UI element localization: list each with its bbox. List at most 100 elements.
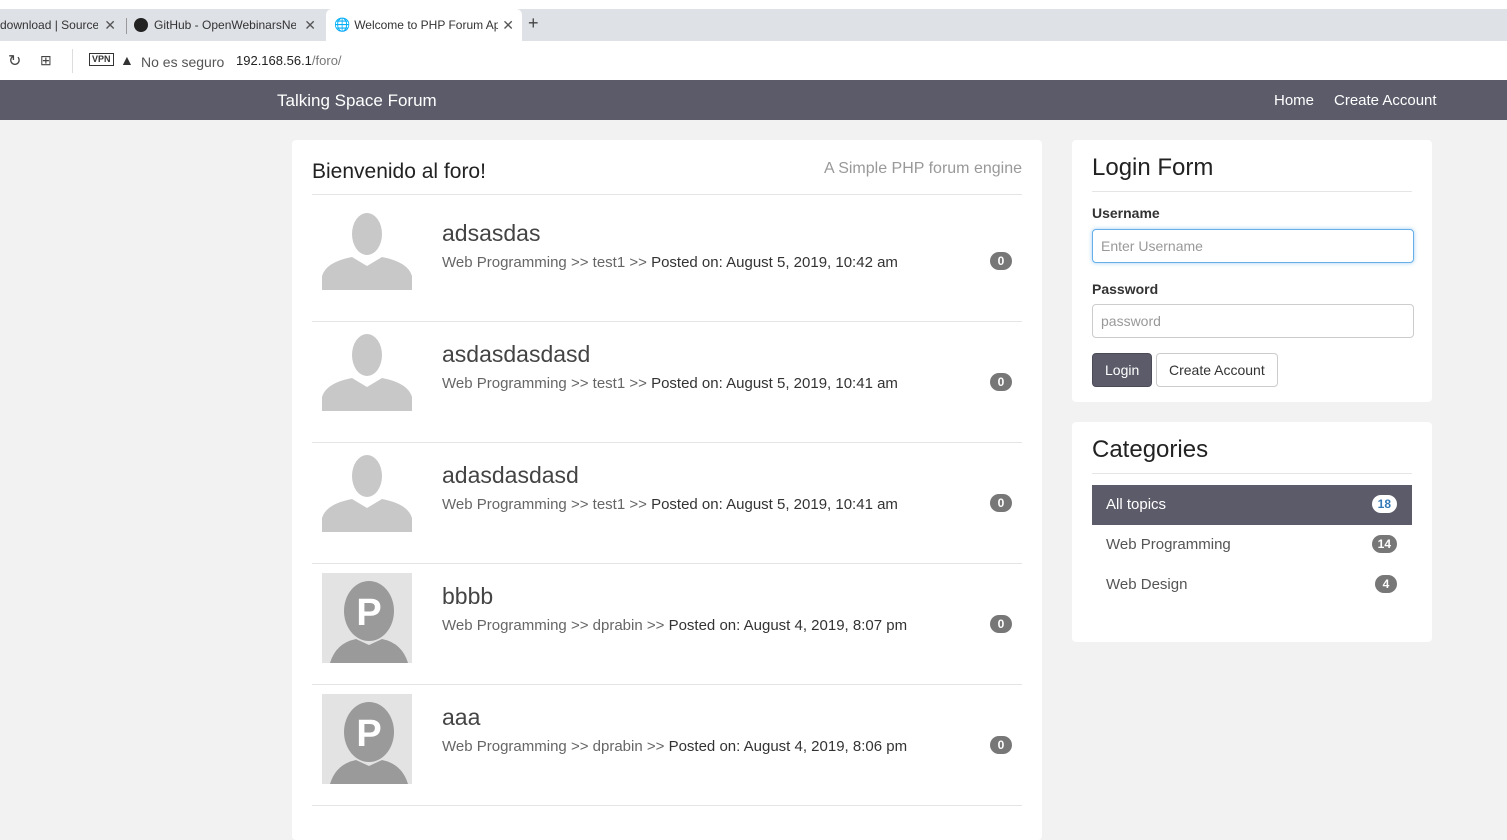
topic-user-link[interactable]: test1 (593, 375, 626, 392)
url-field[interactable]: 192.168.56.1/foro/ (236, 53, 342, 68)
browser-tab-forum[interactable]: 🌐 Welcome to PHP Forum Ap ✕ (326, 9, 522, 41)
title-divider (312, 194, 1022, 195)
topic-title-link[interactable]: adsasdas (442, 220, 540, 247)
github-icon (134, 18, 148, 32)
topic-item: asdasdasdasd Web Programming >> test1 >>… (312, 321, 1022, 443)
globe-icon: 🌐 (334, 17, 351, 32)
category-web-programming[interactable]: Web Programming 14 (1092, 525, 1412, 565)
topic-user-link[interactable]: test1 (593, 254, 626, 271)
page-tagline: A Simple PHP forum engine (823, 160, 1022, 177)
avatar-letter: P (356, 713, 381, 755)
login-button[interactable]: Login (1092, 353, 1153, 387)
topic-user-link[interactable]: test1 (593, 496, 626, 513)
nav-link-home[interactable]: Home (1274, 92, 1314, 109)
meta-separator: >> (570, 617, 589, 634)
default-avatar-icon (322, 455, 412, 532)
topic-item: adsasdas Web Programming >> test1 >> Pos… (312, 200, 1022, 322)
topic-user-link[interactable]: dprabin (593, 738, 643, 755)
user-p-avatar-icon: P (322, 573, 412, 663)
tab-close-icon[interactable]: ✕ (502, 17, 514, 34)
topic-item: adasdasdasd Web Programming >> test1 >> … (312, 442, 1022, 564)
reply-count-badge: 0 (990, 373, 1012, 391)
reply-count-badge: 0 (990, 736, 1012, 754)
category-web-design[interactable]: Web Design 4 (1092, 565, 1412, 605)
category-all-topics[interactable]: All topics 18 (1092, 485, 1412, 525)
topic-date: August 5, 2019, 10:42 am (726, 254, 898, 271)
meta-separator: >> (570, 375, 589, 392)
tab-label: GitHub - OpenWebinarsNe (154, 18, 296, 32)
vpn-badge[interactable]: VPN (89, 53, 114, 66)
password-label: Password (1092, 281, 1159, 297)
reload-icon[interactable]: ↻ (8, 51, 21, 71)
topic-category-link[interactable]: Web Programming (442, 617, 567, 634)
page-title: Bienvenido al foro! (312, 160, 486, 183)
speed-dial-grid-icon[interactable]: ⊞ (40, 52, 52, 69)
posted-label: Posted on: (668, 738, 741, 755)
posted-label: Posted on: (651, 496, 723, 513)
site-navbar: Talking Space Forum Home Create Account (0, 80, 1507, 120)
avatar-letter: P (356, 592, 381, 634)
topic-meta: Web Programming >> dprabin >> Posted on:… (442, 617, 907, 634)
login-title: Login Form (1092, 154, 1214, 181)
username-label: Username (1092, 205, 1160, 221)
password-input[interactable]: password (1092, 304, 1414, 338)
topic-title-link[interactable]: aaa (442, 704, 480, 731)
posted-label: Posted on: (651, 254, 723, 271)
topic-item: P aaa Web Programming >> dprabin >> Post… (312, 684, 1022, 806)
posted-label: Posted on: (668, 617, 741, 634)
browser-tab-bar: download | SourceF ✕ GitHub - OpenWebina… (0, 0, 1507, 41)
categories-panel: Categories All topics 18 Web Programming… (1072, 422, 1432, 642)
toolbar-divider (72, 49, 73, 73)
username-input[interactable]: Enter Username (1092, 229, 1414, 263)
browser-address-bar: ↻ ⊞ VPN ▲ No es seguro 192.168.56.1/foro… (0, 41, 1507, 81)
topic-meta: Web Programming >> test1 >> Posted on: A… (442, 375, 898, 392)
url-host: 192.168.56.1 (236, 53, 312, 68)
browser-tab-sourceforge[interactable]: download | SourceF ✕ (0, 9, 124, 41)
topic-title-link[interactable]: adasdasdasd (442, 462, 579, 489)
tab-separator (126, 18, 127, 34)
topic-item: P bbbb Web Programming >> dprabin >> Pos… (312, 563, 1022, 685)
topic-category-link[interactable]: Web Programming (442, 254, 567, 271)
topic-meta: Web Programming >> test1 >> Posted on: A… (442, 254, 898, 271)
meta-separator: >> (629, 496, 647, 513)
category-count-badge: 18 (1371, 495, 1397, 513)
warning-icon[interactable]: ▲ (120, 52, 134, 68)
meta-separator: >> (629, 254, 647, 271)
category-label: Web Programming (1106, 536, 1231, 553)
topics-panel: Bienvenido al foro! A Simple PHP forum e… (292, 140, 1042, 840)
meta-separator: >> (646, 617, 665, 634)
category-count-badge: 14 (1371, 535, 1397, 553)
user-p-avatar-icon: P (322, 694, 412, 784)
topic-date: August 4, 2019, 8:07 pm (743, 617, 908, 634)
category-label: All topics (1106, 496, 1167, 513)
tab-label: download | SourceF (0, 18, 98, 32)
tab-close-icon[interactable]: ✕ (104, 17, 116, 34)
login-panel: Login Form Username Enter Username Passw… (1072, 140, 1432, 402)
tab-label: Welcome to PHP Forum Ap (354, 18, 499, 32)
url-path: /foro/ (311, 53, 342, 68)
meta-separator: >> (570, 496, 589, 513)
meta-separator: >> (570, 738, 589, 755)
browser-tab-github[interactable]: GitHub - OpenWebinarsNe ✕ (132, 9, 324, 41)
topic-date: August 4, 2019, 8:06 pm (743, 738, 908, 755)
default-avatar-icon (322, 213, 412, 290)
topic-user-link[interactable]: dprabin (593, 617, 643, 634)
site-brand[interactable]: Talking Space Forum (277, 91, 437, 111)
topic-category-link[interactable]: Web Programming (442, 738, 567, 755)
topic-date: August 5, 2019, 10:41 am (726, 496, 898, 513)
topic-meta: Web Programming >> test1 >> Posted on: A… (442, 496, 898, 513)
topic-title-link[interactable]: asdasdasdasd (442, 341, 590, 368)
new-tab-plus-icon[interactable]: + (528, 13, 539, 34)
create-account-button[interactable]: Create Account (1156, 353, 1278, 387)
tab-close-icon[interactable]: ✕ (304, 17, 316, 34)
default-avatar-icon (322, 334, 412, 411)
security-status[interactable]: No es seguro (141, 54, 224, 70)
topic-category-link[interactable]: Web Programming (442, 496, 567, 513)
meta-separator: >> (570, 254, 589, 271)
topic-title-link[interactable]: bbbb (442, 583, 493, 610)
topic-category-link[interactable]: Web Programming (442, 375, 567, 392)
login-divider (1092, 191, 1412, 192)
nav-link-create-account[interactable]: Create Account (1334, 92, 1437, 109)
topic-date: August 5, 2019, 10:41 am (726, 375, 898, 392)
reply-count-badge: 0 (990, 494, 1012, 512)
